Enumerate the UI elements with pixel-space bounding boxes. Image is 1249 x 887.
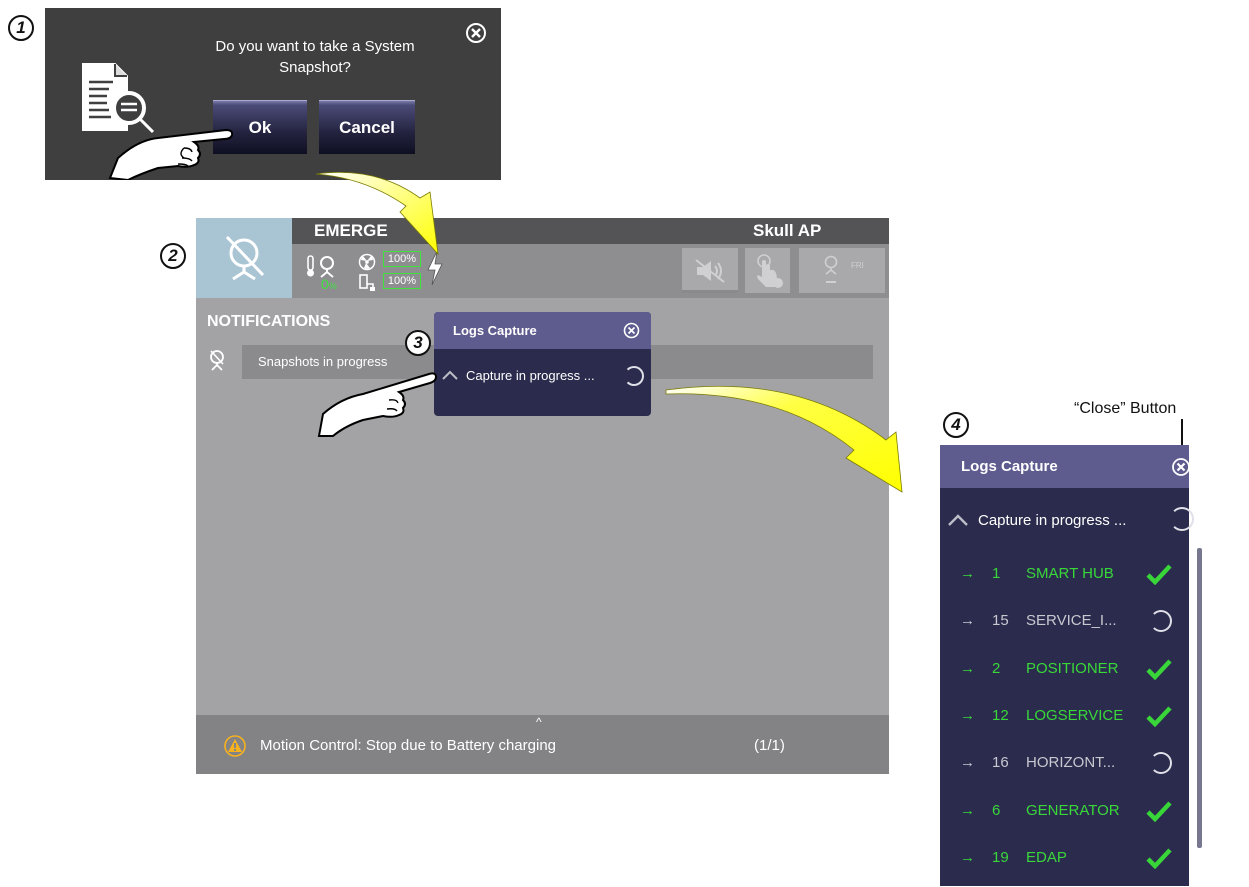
mute-icon xyxy=(695,259,725,283)
arrow-icon: → xyxy=(960,565,975,582)
scrollbar[interactable] xyxy=(1197,548,1202,848)
step-number-2: 2 xyxy=(160,243,186,269)
log-item-name: POSITIONER xyxy=(1026,659,1119,677)
logs-capture-panel: Logs Capture Capture in progress ... → 1 S… xyxy=(940,445,1202,886)
log-item: → 6 GENERATOR xyxy=(940,788,1176,835)
arrow-icon: → xyxy=(960,706,975,724)
footer-message: Motion Control: Stop due to Battery char… xyxy=(260,737,557,754)
log-item-name: GENERATOR xyxy=(1026,801,1120,819)
step-number-3: 3 xyxy=(405,330,431,356)
loading-spinner-icon xyxy=(1150,752,1172,775)
close-button-callout: “Close” Button xyxy=(1074,400,1177,417)
checkmark-icon xyxy=(1146,564,1172,585)
warning-icon xyxy=(224,735,246,757)
logs-panel-status: Capture in progress ... xyxy=(978,512,1127,529)
step-number-1: 1 xyxy=(8,15,34,41)
log-item-name: EDAP xyxy=(1026,848,1067,866)
chevron-up-icon[interactable] xyxy=(948,514,968,526)
touch-button[interactable] xyxy=(745,248,790,293)
device-screen: EMERGE Skull AP 0% 100% 100% FRI NOTIFIC… xyxy=(196,218,889,774)
pointing-hand-icon xyxy=(108,128,233,180)
notification-text: Snapshots in progress xyxy=(258,354,388,369)
cancel-button[interactable]: Cancel xyxy=(319,100,415,154)
generator-tile[interactable] xyxy=(196,218,292,298)
generator-dash xyxy=(826,281,836,283)
generator-icon xyxy=(824,255,838,275)
generator-off-icon xyxy=(225,235,265,281)
battery-bottom: 100% xyxy=(383,273,421,289)
log-item: → 15 SERVICE_I... xyxy=(940,598,1176,645)
loading-spinner-icon xyxy=(624,366,644,386)
close-icon[interactable] xyxy=(623,322,640,339)
checkmark-icon xyxy=(1146,706,1172,727)
log-item-number: 6 xyxy=(992,801,1001,819)
log-item-name: LOGSERVICE xyxy=(1026,706,1124,724)
arrow-icon: → xyxy=(960,848,975,866)
generator-fr-button[interactable]: FRI xyxy=(799,248,885,293)
log-item-number: 16 xyxy=(992,754,1009,772)
fr-label: FRI xyxy=(851,261,864,270)
loading-spinner-icon xyxy=(1150,610,1172,633)
checkmark-icon xyxy=(1146,659,1172,680)
step-number-4: 4 xyxy=(943,412,969,438)
touch-icon xyxy=(757,254,783,288)
log-item-number: 15 xyxy=(992,612,1009,630)
logs-popup-status: Capture in progress ... xyxy=(466,368,595,383)
loading-spinner-icon xyxy=(1170,507,1194,531)
log-item-name: SERVICE_I... xyxy=(1026,612,1117,630)
system-name: Skull AP xyxy=(753,221,822,240)
footer-bar[interactable]: ^ Motion Control: Stop due to Battery ch… xyxy=(196,715,889,774)
checkmark-icon xyxy=(1146,848,1172,869)
generator-notification-icon xyxy=(210,350,224,371)
mute-underline xyxy=(682,290,738,293)
log-item-number: 1 xyxy=(992,565,1001,582)
log-item-number: 12 xyxy=(992,706,1009,724)
log-item: → 2 POSITIONER xyxy=(940,646,1176,693)
log-item-number: 19 xyxy=(992,848,1009,866)
footer-expand-caret[interactable]: ^ xyxy=(536,715,542,729)
log-item: → 1 SMART HUB xyxy=(940,551,1176,598)
log-item-name: HORIZONT... xyxy=(1026,754,1116,772)
notifications-heading: NOTIFICATIONS xyxy=(207,313,331,330)
checkmark-icon xyxy=(1146,800,1172,822)
arrow-icon: → xyxy=(960,801,975,819)
footer-count: (1/1) xyxy=(754,737,785,754)
arrow-icon: → xyxy=(960,754,975,772)
gauge-value: 0% xyxy=(321,276,337,292)
snapshot-question: Do you want to take a System Snapshot? xyxy=(215,38,415,76)
pointing-hand-icon xyxy=(317,372,437,437)
arrow-to-step-4 xyxy=(665,385,903,493)
logs-popup-header: Logs Capture xyxy=(434,312,651,349)
log-item-number: 2 xyxy=(992,659,1001,677)
close-icon[interactable] xyxy=(1171,457,1191,477)
gauge-number: 0 xyxy=(321,276,329,292)
log-item: → 12 LOGSERVICE xyxy=(940,693,1176,740)
chevron-up-icon[interactable] xyxy=(442,370,458,380)
arrow-icon: → xyxy=(960,612,975,630)
gauge-unit: % xyxy=(328,281,337,291)
logs-capture-popup-small: Logs Capture Capture in progress ... xyxy=(434,312,651,416)
log-item: → 16 HORIZONT... xyxy=(940,740,1176,787)
arrow-to-step-2 xyxy=(315,172,439,256)
logs-popup-title: Logs Capture xyxy=(453,323,537,338)
close-icon[interactable] xyxy=(465,22,487,44)
mute-button[interactable] xyxy=(682,248,738,293)
battery-plug-icon xyxy=(359,274,375,291)
log-item: → 19 EDAP xyxy=(940,835,1176,882)
arrow-icon: → xyxy=(960,659,975,677)
logs-panel-title: Logs Capture xyxy=(961,458,1058,475)
module-list: → 1 SMART HUB → 15 SERVICE_I... → 2 POSITIONER → 1… xyxy=(940,551,1189,886)
logs-panel-header: Logs Capture xyxy=(940,445,1191,488)
log-item-name: SMART HUB xyxy=(1026,565,1114,582)
